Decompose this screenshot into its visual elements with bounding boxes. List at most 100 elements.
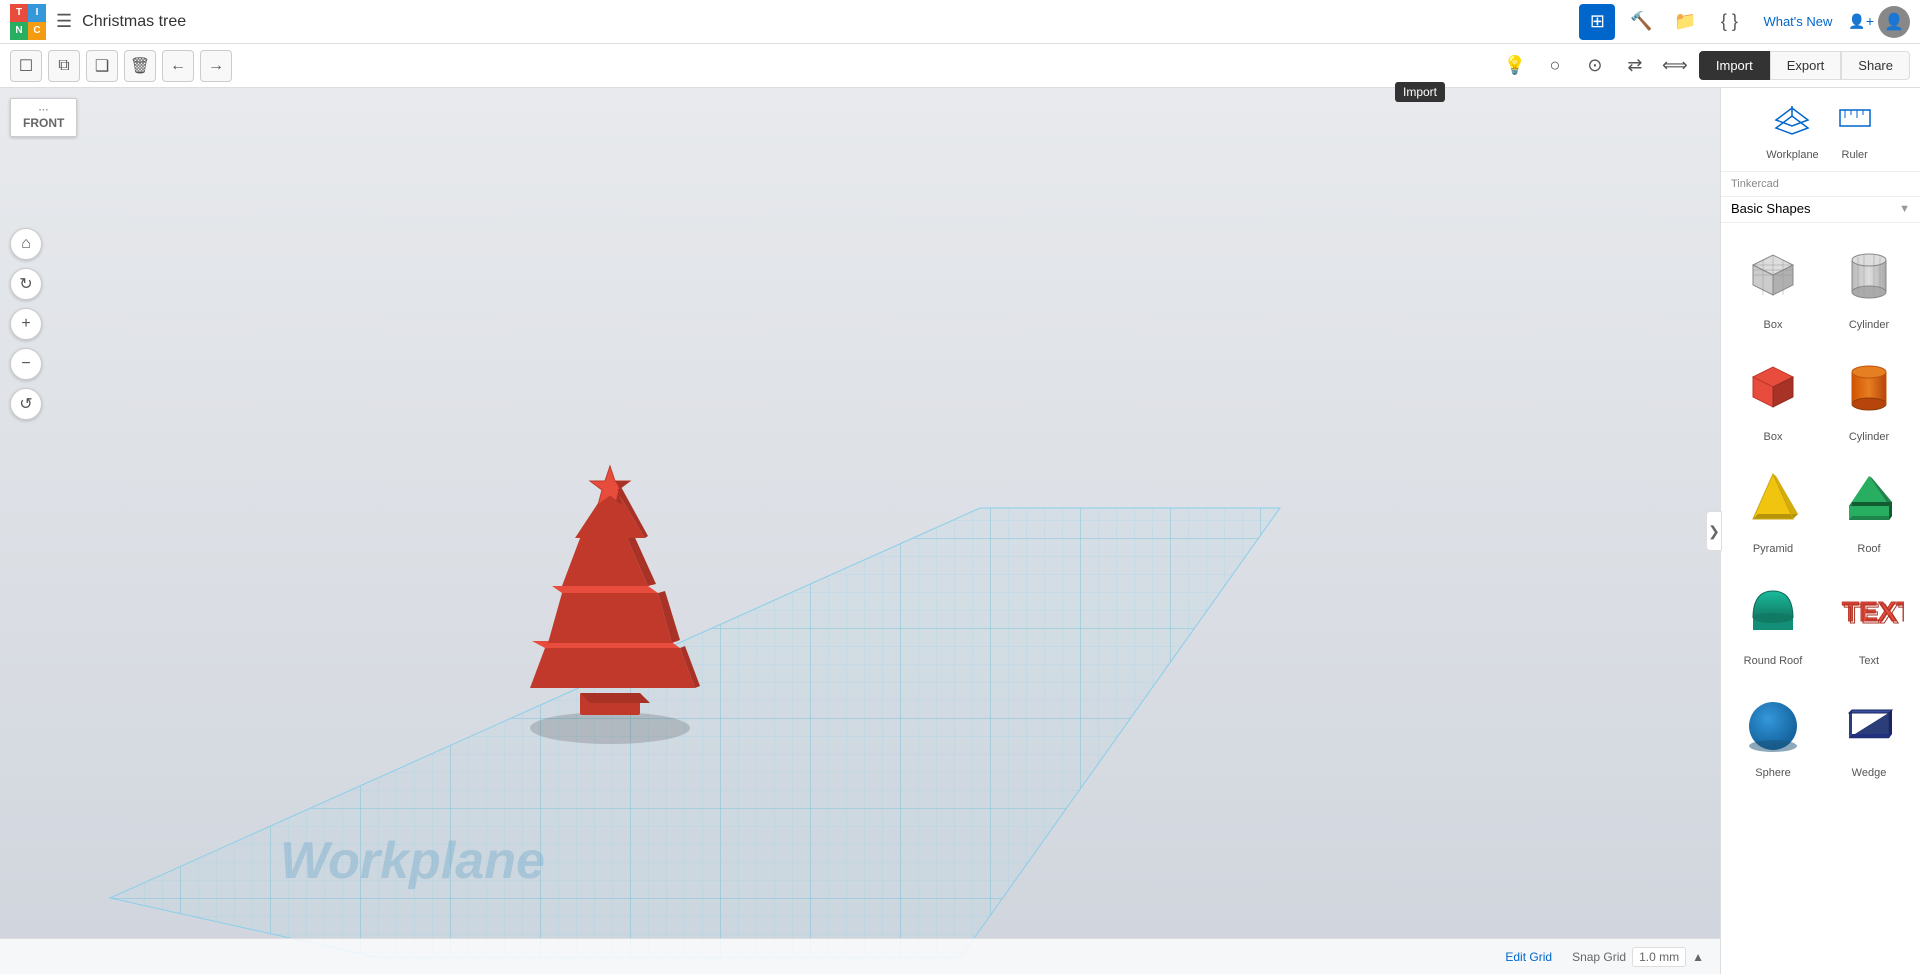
whats-new-button[interactable]: What's New (1755, 10, 1840, 33)
category-dropdown[interactable]: Tinkercad (1721, 172, 1920, 197)
new-design-btn[interactable]: ☐ (10, 50, 42, 82)
shape-box-red[interactable]: Box (1729, 343, 1817, 447)
shape-roof[interactable]: Roof (1825, 455, 1913, 559)
collapse-panel-btn[interactable]: ❯ (1706, 511, 1722, 551)
shape-round-roof-canvas (1733, 571, 1813, 651)
shape-cylinder-orange[interactable]: Cylinder (1825, 343, 1913, 447)
toolbar: ☐ ⧉ ❑ 🗑 ← → 💡 ○ ⊙ ⇄ ⟺ Import Export Shar… (0, 44, 1920, 88)
shape-round-roof[interactable]: Round Roof (1729, 567, 1817, 671)
home-view-btn[interactable]: ⌂ (10, 228, 42, 260)
main-area: ⌂ ↻ + − ↺ ··· FRONT (0, 88, 1920, 974)
user-area[interactable]: 👤+ 👤 (1848, 6, 1910, 38)
logo-c: C (28, 22, 46, 40)
shape-wedge[interactable]: Wedge (1825, 679, 1913, 783)
workplane-tool[interactable]: Workplane (1766, 98, 1818, 161)
logo-i: I (28, 4, 46, 22)
3d-view-btn[interactable]: ⊞ (1579, 4, 1615, 40)
import-export-share: Import Export Share (1699, 51, 1910, 80)
bottom-bar: Edit Grid Snap Grid 1.0 mm ▲ (0, 938, 1720, 974)
toolbar-right: 💡 ○ ⊙ ⇄ ⟺ Import Export Share (1499, 50, 1910, 82)
category-dropdown-arrow: ▼ (1899, 203, 1910, 215)
logo-image: T I N C (10, 4, 46, 40)
shape-box-red-canvas (1733, 347, 1813, 427)
shape-cylinder-orange-canvas (1829, 347, 1909, 427)
flip-icon[interactable]: ⇄ (1619, 50, 1651, 82)
align-icon[interactable]: ⊙ (1579, 50, 1611, 82)
shape-wedge-canvas (1829, 683, 1909, 763)
shape-round-roof-label: Round Roof (1744, 655, 1803, 667)
codeblocks-btn[interactable]: { } (1711, 4, 1747, 40)
snap-grid-label: Snap Grid (1572, 950, 1626, 964)
shape-box-grey-canvas (1733, 235, 1813, 315)
workplane-label: Workplane (1766, 149, 1818, 161)
top-nav: T I N C ☰ Christmas tree ⊞ 🔨 📁 { } What'… (0, 0, 1920, 44)
import-button[interactable]: Import (1699, 51, 1770, 80)
ruler-tool[interactable]: Ruler (1835, 98, 1875, 161)
user-avatar[interactable]: 👤 (1878, 6, 1910, 38)
shape-sphere-canvas (1733, 683, 1813, 763)
category-name: Basic Shapes (1731, 201, 1899, 216)
shape-box-grey[interactable]: Box (1729, 231, 1817, 335)
shape-sphere-label: Sphere (1755, 767, 1790, 779)
import-tooltip: Import (1395, 82, 1445, 102)
left-controls: ⌂ ↻ + − ↺ (10, 228, 42, 420)
tinkercad-label: Tinkercad (1731, 178, 1910, 190)
projects-btn[interactable]: 📁 (1667, 4, 1703, 40)
snap-grid-arrow[interactable]: ▲ (1692, 950, 1704, 964)
orbit-btn[interactable]: ↻ (10, 268, 42, 300)
delete-btn[interactable]: 🗑 (124, 50, 156, 82)
workplane-watermark: Workplane (280, 832, 545, 890)
shape-text[interactable]: TEXT TEXT Text (1825, 567, 1913, 671)
shapes-grid: Box (1729, 231, 1912, 783)
shape-pyramid[interactable]: Pyramid (1729, 455, 1817, 559)
mirror-icon[interactable]: ⟺ (1659, 50, 1691, 82)
edit-grid-btn[interactable]: Edit Grid (1505, 950, 1552, 964)
shape-cylinder-orange-label: Cylinder (1849, 431, 1889, 443)
export-button[interactable]: Export (1770, 51, 1842, 80)
ruler-icon (1835, 98, 1875, 145)
shape-roof-label: Roof (1857, 543, 1880, 555)
add-user-icon: 👤+ (1848, 13, 1874, 30)
nav-right: ⊞ 🔨 📁 { } What's New 👤+ 👤 (1579, 4, 1910, 40)
fit-all-btn[interactable]: ↺ (10, 388, 42, 420)
shape-sphere[interactable]: Sphere (1729, 679, 1817, 783)
logo: T I N C (10, 4, 46, 40)
duplicate-btn[interactable]: ❑ (86, 50, 118, 82)
shapes-scroll[interactable]: Box (1721, 223, 1920, 974)
shape-text-label: Text (1859, 655, 1879, 667)
shape-text-canvas: TEXT TEXT (1829, 571, 1909, 651)
shape-cylinder-grey-canvas (1829, 235, 1909, 315)
svg-text:TEXT: TEXT (1844, 598, 1904, 629)
shape-cylinder-grey-label: Cylinder (1849, 319, 1889, 331)
workplane-icon (1772, 98, 1812, 145)
front-label: ··· FRONT (10, 98, 77, 137)
logo-n: N (10, 22, 28, 40)
snap-grid-value[interactable]: 1.0 mm (1632, 947, 1686, 967)
shape-pyramid-canvas (1733, 459, 1813, 539)
shape-pyramid-label: Pyramid (1753, 543, 1793, 555)
panel-top: Workplane Ruler (1721, 88, 1920, 172)
share-button[interactable]: Share (1841, 51, 1910, 80)
ruler-label: Ruler (1842, 149, 1868, 161)
build-btn[interactable]: 🔨 (1623, 4, 1659, 40)
zoom-in-btn[interactable]: + (10, 308, 42, 340)
view-indicator-top: ··· (23, 105, 64, 116)
viewport-canvas: Workplane (0, 88, 1720, 974)
redo-btn[interactable]: → (200, 50, 232, 82)
shape-roof-canvas (1829, 459, 1909, 539)
logo-t: T (10, 4, 28, 22)
right-panel: Workplane Ruler Tinkercad Ba (1720, 88, 1920, 974)
document-icon[interactable]: ☰ (56, 11, 72, 32)
category-selector[interactable]: Basic Shapes ▼ (1721, 197, 1920, 223)
undo-btn[interactable]: ← (162, 50, 194, 82)
shape-cylinder-grey[interactable]: Cylinder (1825, 231, 1913, 335)
document-title: Christmas tree (82, 13, 186, 31)
light-icon[interactable]: 💡 (1499, 50, 1531, 82)
shape-box-red-label: Box (1764, 431, 1783, 443)
shape-box-grey-label: Box (1764, 319, 1783, 331)
shape-wedge-label: Wedge (1852, 767, 1887, 779)
zoom-out-btn[interactable]: − (10, 348, 42, 380)
copy-btn[interactable]: ⧉ (48, 50, 80, 82)
circle-icon[interactable]: ○ (1539, 50, 1571, 82)
viewport[interactable]: ··· FRONT (0, 88, 1720, 974)
